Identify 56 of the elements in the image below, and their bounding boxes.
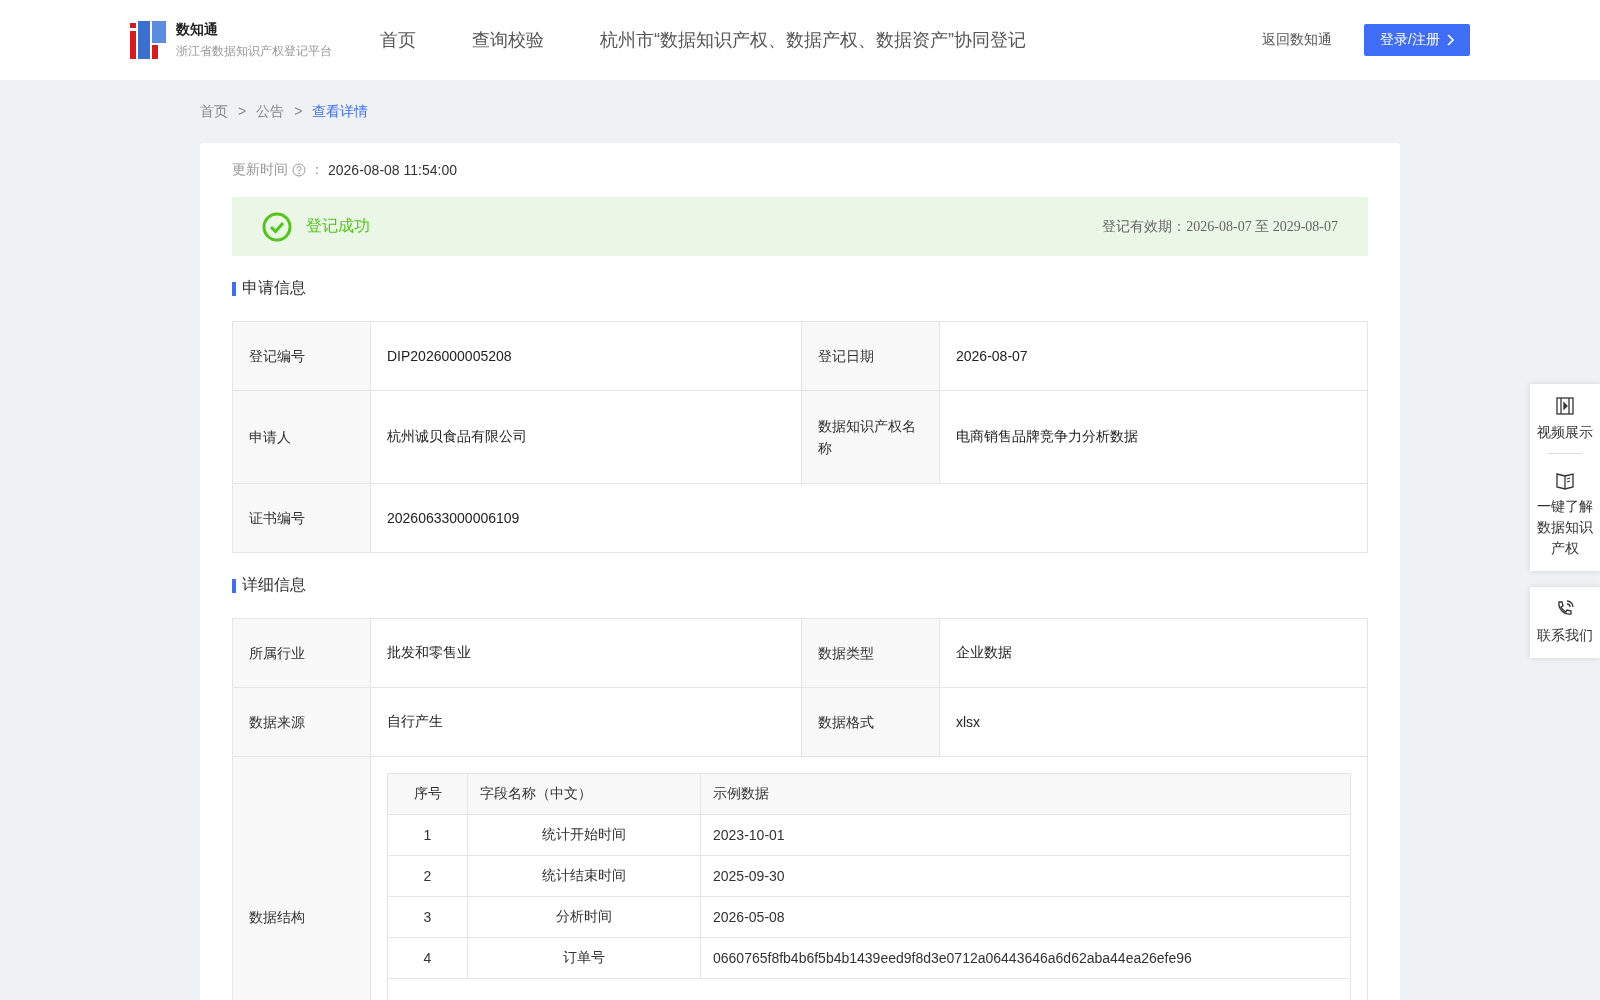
breadcrumb-link[interactable]: 查看详情 (312, 103, 369, 121)
field-label: 所属行业 (233, 619, 371, 687)
check-circle-icon (262, 211, 292, 242)
section-title: 申请信息 (242, 278, 306, 298)
table-cell-text: 0660765f8fb4b6f5b4b1439eed9f8d3e0712a06443646a6d62aba44ea26efe96 (712, 949, 1193, 968)
table-cell: 分析时间 (468, 897, 701, 937)
logo-icon (130, 21, 166, 59)
nav-link[interactable]: 首页 (380, 28, 416, 52)
breadcrumb-separator: > (238, 103, 247, 121)
field-label: 数据来源 (233, 688, 371, 756)
table-cell: 3 (388, 897, 468, 937)
table-cell-text: 2023-10-01 (712, 826, 786, 845)
logo-subtitle: 浙江省数据知识产权登记平台 (176, 42, 332, 60)
table-cell: 1 (388, 815, 468, 855)
nav-link[interactable]: 查询校验 (472, 28, 544, 52)
column-header: 序号 (388, 774, 468, 814)
table-cell: 2 (388, 856, 468, 896)
field-label: 登记日期 (802, 322, 940, 390)
update-time: 2026-08-08 11:54:00 (328, 162, 457, 178)
side-link[interactable]: 联系我们 (1530, 597, 1600, 648)
colon: ： (310, 161, 324, 179)
status-text: 登记成功 (306, 216, 371, 236)
table-cell-text: 2025-09-30 (712, 867, 786, 886)
update-label: 更新时间 (232, 161, 288, 179)
chevron-right-icon (1446, 34, 1454, 46)
field-value: 20260633000006109 (386, 509, 521, 528)
table-cell: 统计结束时间 (468, 856, 701, 896)
validity-period: 登记有效期：2026-08-07 至 2029-08-07 (1102, 217, 1338, 236)
table-cell: 订单号 (468, 938, 701, 978)
field-label: 数据格式 (802, 688, 940, 756)
field-value: 企业数据 (955, 643, 1013, 662)
section-title: 详细信息 (242, 575, 306, 595)
back-link[interactable]: 返回数知通 (1262, 31, 1333, 49)
book-icon (1555, 470, 1575, 490)
field-label: 登记编号 (233, 322, 371, 390)
table-cell-text: 2026-05-08 (712, 908, 786, 927)
field-label: 数据结构 (233, 757, 371, 1000)
login-button[interactable]: 登录/注册 (1364, 24, 1470, 56)
help-icon[interactable] (292, 163, 306, 177)
breadcrumb-separator: > (294, 103, 303, 121)
field-value: 电商销售品牌竞争力分析数据 (955, 427, 1139, 446)
side-link[interactable]: 视频展示 (1530, 394, 1600, 445)
logo-title: 数知通 (176, 20, 219, 39)
field-value: 2026-08-07 (955, 347, 1029, 366)
table-cell: 统计开始时间 (468, 815, 701, 855)
table-cell: 4 (388, 938, 468, 978)
field-label: 证书编号 (233, 484, 371, 552)
film-icon (1555, 396, 1575, 416)
side-link[interactable]: 一键了解数据知识产权 (1530, 468, 1600, 561)
nav-link[interactable]: 杭州市“数据知识产权、数据产权、数据资产”协同登记 (600, 28, 1026, 52)
field-label: 数据知识产权名称 (802, 391, 940, 483)
field-value: xlsx (955, 713, 982, 732)
column-header: 字段名称（中文） (468, 774, 701, 814)
field-label: 申请人 (233, 391, 371, 483)
column-header: 示例数据 (712, 784, 770, 803)
field-label: 数据类型 (802, 619, 940, 687)
